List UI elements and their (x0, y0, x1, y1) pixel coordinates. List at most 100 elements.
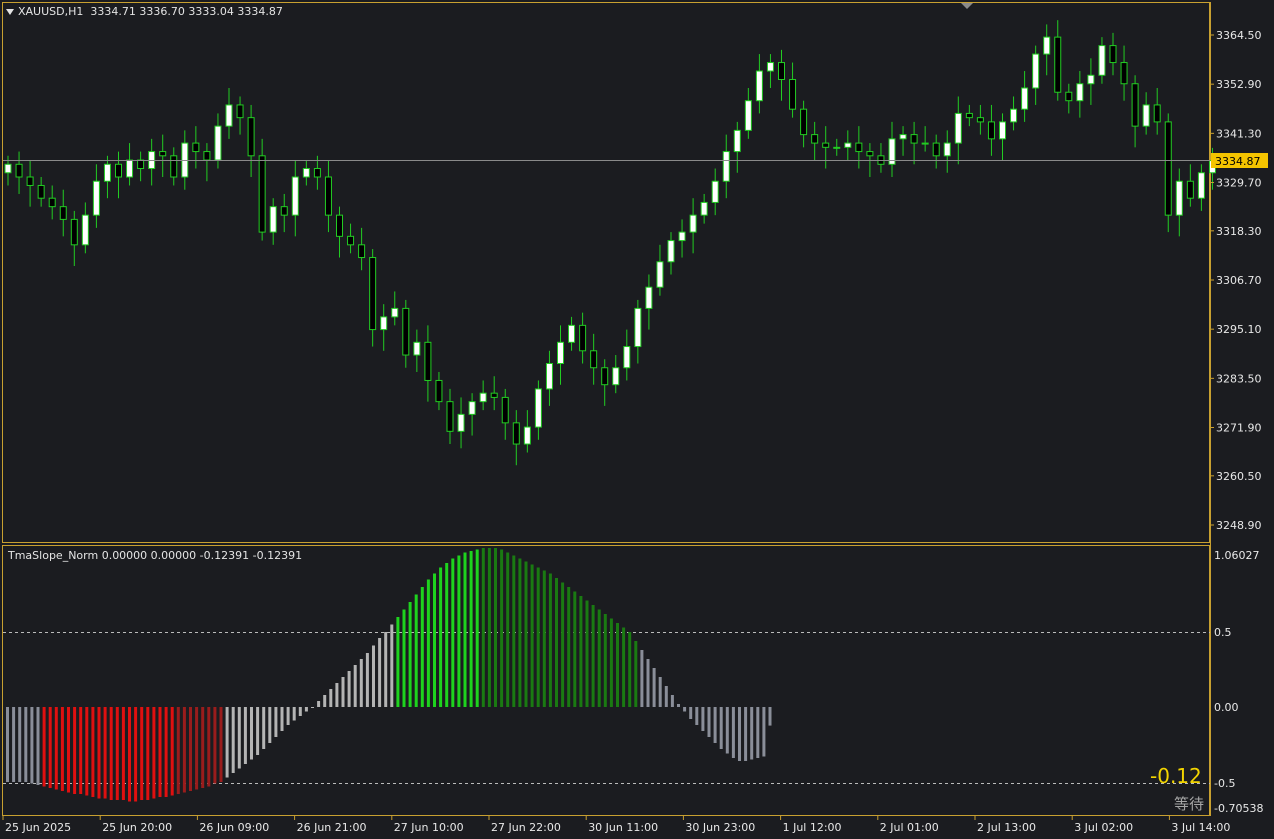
histogram-bar (164, 707, 168, 797)
histogram-bar (12, 707, 16, 782)
candle-body (833, 146, 841, 149)
histogram-bar (567, 587, 571, 707)
candle-body (667, 240, 675, 263)
histogram-bar (115, 707, 119, 800)
candle-body (4, 163, 12, 174)
candle-body (965, 112, 973, 119)
histogram-bar (146, 707, 150, 800)
chart-shift-marker-icon[interactable] (961, 3, 973, 9)
candle-body (1131, 83, 1139, 127)
price-label: 3295.10 (1216, 323, 1262, 336)
price-label: 3329.70 (1216, 177, 1262, 190)
candle-body (103, 163, 111, 182)
symbol-header[interactable]: XAUUSD,H1 3334.71 3336.70 3333.04 3334.8… (6, 5, 283, 18)
candle-body (722, 151, 730, 182)
price-label: 3260.50 (1216, 470, 1262, 483)
candle-body (236, 104, 244, 119)
candle-body (601, 367, 609, 386)
histogram-bar (140, 707, 144, 800)
candle-body (126, 159, 134, 178)
histogram-bar (347, 671, 351, 707)
histogram-bar (738, 707, 741, 761)
candle-body (258, 155, 266, 233)
candle-body (523, 426, 531, 445)
trading-chart[interactable]: 3364.50 3352.90 3341.30 3329.70 3318.30 3306.… (0, 0, 1274, 839)
candle-body (733, 129, 741, 153)
histogram-bar (85, 707, 89, 796)
time-label: 3 Jul 14:00 (1171, 821, 1230, 834)
histogram-bar (573, 591, 577, 707)
histogram-bar (176, 707, 180, 794)
histogram-bar (561, 582, 565, 707)
histogram-bar (677, 704, 680, 707)
histogram-bar (189, 707, 192, 791)
histogram-bar (634, 641, 638, 707)
histogram-bar (213, 707, 217, 784)
histogram-bar (439, 567, 443, 707)
candle-body (413, 341, 421, 356)
candle-body (1186, 180, 1194, 199)
time-axis-labels: 25 Jun 2025 25 Jun 20:00 26 Jun 09:00 26 Ju… (2, 816, 1230, 834)
candle-body (137, 159, 145, 170)
status-text: 等待 (1174, 795, 1205, 813)
histogram-bar (335, 683, 339, 707)
histogram-bar (225, 707, 229, 778)
histogram-bar (329, 689, 333, 707)
histogram-bar (670, 695, 674, 707)
candle-body (866, 151, 874, 157)
histogram-bar (719, 707, 723, 749)
histogram-bar (548, 573, 552, 707)
histogram-bar (353, 665, 357, 707)
candle-body (479, 392, 487, 403)
candle-body (247, 117, 255, 157)
time-label: 25 Jun 2025 (5, 821, 71, 834)
candle-body (755, 70, 763, 102)
histogram-bar (628, 632, 632, 707)
histogram-bar (390, 624, 394, 707)
candle-body (435, 379, 443, 403)
histogram-bar (756, 707, 760, 758)
histogram-bar (469, 551, 473, 707)
histogram-bar (152, 707, 156, 799)
histogram-bar (652, 668, 656, 707)
candle-body (81, 214, 89, 246)
histogram-bar (616, 623, 619, 707)
level-label: 0.00 (1214, 701, 1239, 714)
candle-body (800, 108, 808, 136)
candle-body (380, 316, 388, 331)
candle-body (1164, 121, 1172, 216)
candle-body (899, 134, 907, 140)
candle-body (689, 214, 697, 233)
time-label: 27 Jun 10:00 (394, 821, 464, 834)
histogram-bar (603, 614, 607, 707)
histogram-bar (579, 596, 583, 707)
candle-body (1021, 87, 1029, 110)
candle-body (590, 350, 598, 369)
candle-body (700, 201, 708, 216)
histogram-bar (597, 609, 601, 707)
candle-body (711, 180, 719, 203)
histogram-bar (359, 659, 363, 707)
candle-body (280, 206, 288, 216)
histogram-bar (103, 707, 107, 799)
histogram-bar (262, 707, 266, 749)
ohlc-values: 3334.71 3336.70 3333.04 3334.87 (90, 5, 283, 18)
candle-body (92, 180, 100, 216)
price-label: 3364.50 (1216, 29, 1262, 42)
histogram-bar (292, 707, 296, 721)
candle-body (1120, 62, 1128, 85)
candle-body (468, 401, 476, 415)
histogram-bar (494, 548, 497, 707)
histogram-bar (341, 677, 345, 707)
indicator-header: TmaSlope_Norm 0.00000 0.00000 -0.12391 -… (8, 549, 303, 562)
histogram-bar (530, 564, 534, 707)
candle-body (59, 206, 67, 220)
candle-body (921, 142, 929, 145)
candle-body (214, 125, 222, 161)
candle-body (943, 142, 951, 157)
histogram-bar (457, 555, 461, 707)
histogram-bar (402, 609, 406, 707)
collapse-triangle-icon[interactable] (6, 9, 14, 15)
histogram-bar (97, 707, 101, 799)
candle-body (612, 367, 620, 386)
